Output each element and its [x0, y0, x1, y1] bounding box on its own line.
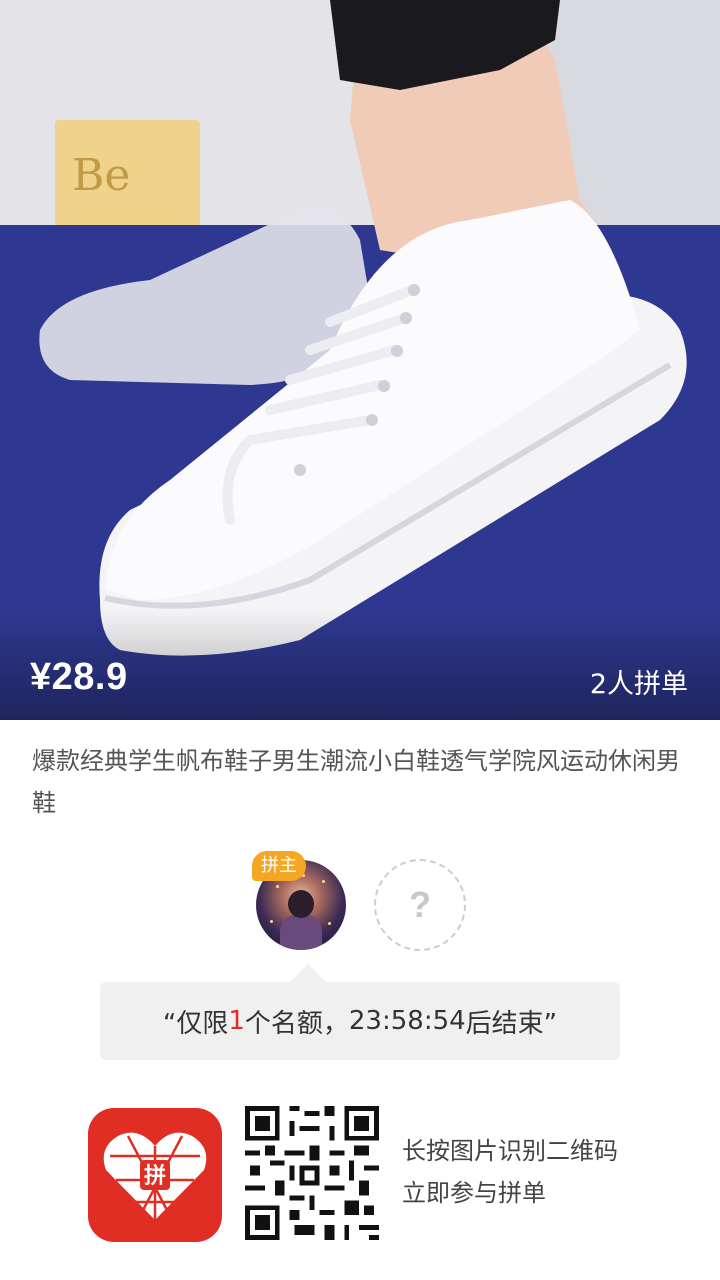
product-price: ¥28.9 [30, 656, 128, 698]
notice-middle: 个名额， [244, 1008, 349, 1039]
avatar-figure-head [288, 890, 314, 918]
svg-text:拼: 拼 [144, 1163, 166, 1189]
avatar-light [276, 885, 279, 888]
product-title: 爆款经典学生帆布鞋子男生潮流小白鞋透气学院风运动休闲男鞋 [32, 747, 680, 817]
notice-suffix: 后结束” [465, 1008, 558, 1039]
qr-code-icon[interactable] [245, 1106, 379, 1240]
avatar-light [328, 922, 331, 925]
product-image[interactable]: Be ¥28.9 2人拼单 [0, 0, 720, 720]
countdown-notice: “仅限 1 个名额， 23:58:54 后结束” [100, 982, 620, 1060]
notice-pointer [290, 964, 326, 982]
group-size-label: 2人拼单 [589, 669, 688, 700]
host-badge: 拼主 [252, 851, 306, 881]
avatar-light [270, 920, 273, 923]
qr-hint-line2: 立即参与拼单 [402, 1179, 546, 1207]
qr-hint-line1: 长按图片识别二维码 [402, 1137, 618, 1165]
question-mark-icon: ? [409, 884, 431, 925]
remaining-slots-count: 1 [228, 1006, 245, 1036]
svg-text:Be: Be [72, 150, 130, 201]
empty-participant-slot[interactable]: ? [374, 859, 466, 951]
avatar-light [322, 880, 325, 883]
pinduoduo-logo-icon: 拼 [88, 1108, 222, 1242]
countdown-timer: 23:58:54 [348, 1006, 466, 1036]
notice-prefix: “仅限 [162, 1008, 229, 1039]
avatar-figure-body [280, 914, 322, 950]
qr-hint: 长按图片识别二维码 立即参与拼单 [402, 1130, 618, 1214]
